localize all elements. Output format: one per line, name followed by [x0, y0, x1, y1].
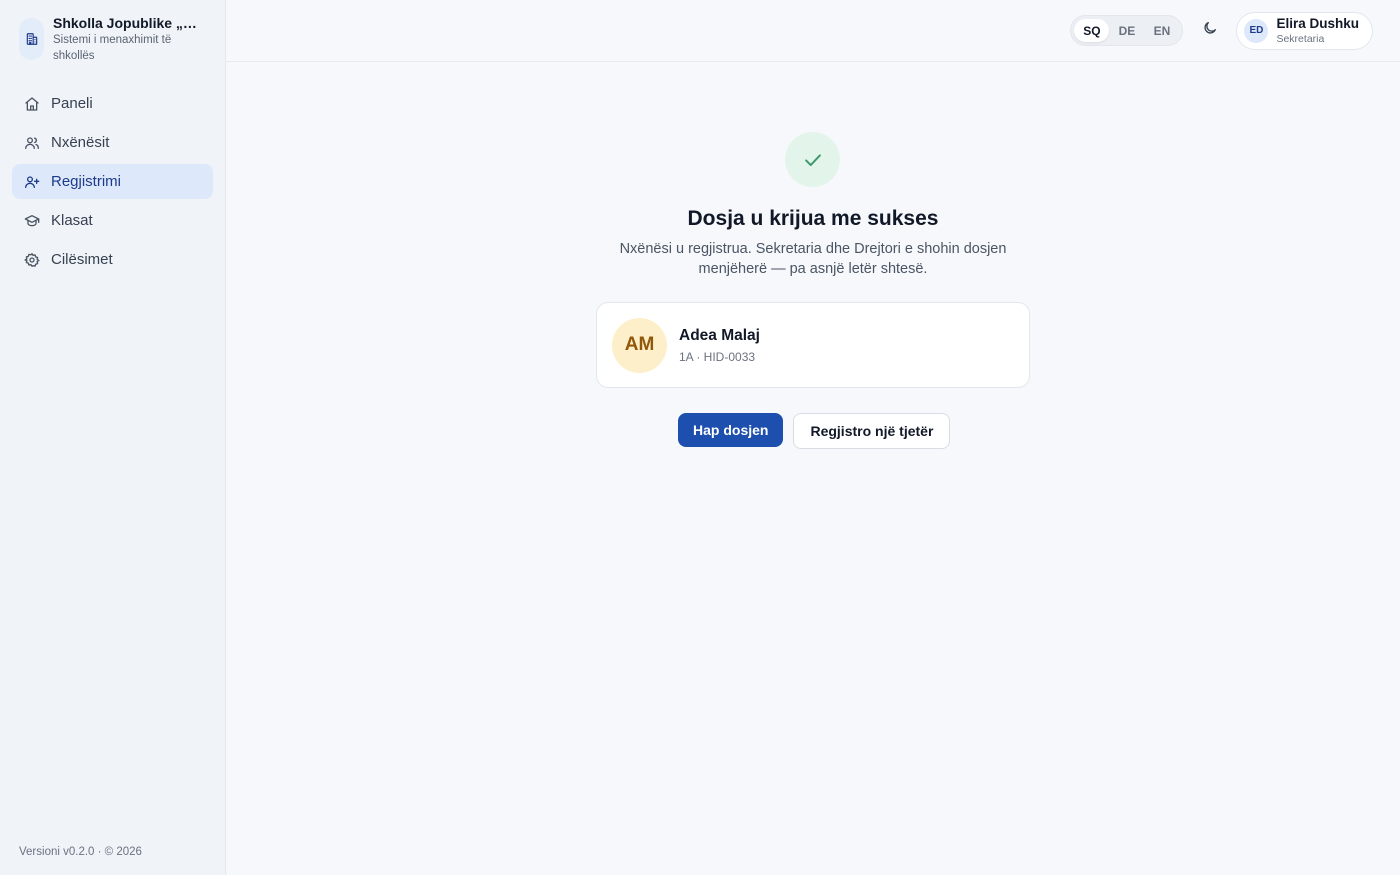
- sidebar-nav: Paneli Nxënësit Regjistrimi Klasat Cilës…: [0, 86, 225, 277]
- sidebar-item-paneli[interactable]: Paneli: [12, 86, 213, 121]
- building-icon: [19, 18, 44, 60]
- sidebar: Shkolla Jopublike „Hasan Prishtina“ Sist…: [0, 0, 226, 875]
- app-root: Shkolla Jopublike „Hasan Prishtina“ Sist…: [0, 0, 1400, 875]
- user-name: Elira Dushku: [1276, 16, 1359, 31]
- success-description: Nxënësi u regjistrua. Sekretaria dhe Dre…: [619, 241, 1007, 277]
- language-de-button[interactable]: DE: [1109, 19, 1144, 42]
- gear-icon: [24, 252, 40, 268]
- sidebar-item-nxenesit[interactable]: Nxënësit: [12, 125, 213, 160]
- sidebar-item-label: Klasat: [51, 212, 93, 229]
- sidebar-item-regjistrimi[interactable]: Regjistrimi: [12, 164, 213, 199]
- success-check-icon: [785, 132, 840, 187]
- user-role: Sekretaria: [1276, 32, 1325, 45]
- home-icon: [24, 96, 40, 112]
- register-another-button[interactable]: Regjistro një tjetër: [793, 413, 951, 449]
- sidebar-item-label: Paneli: [51, 95, 93, 112]
- brand: Shkolla Jopublike „Hasan Prishtina“ Sist…: [0, 0, 225, 64]
- sidebar-item-label: Cilësimet: [51, 251, 113, 268]
- student-card: AM Adea Malaj 1A · HID-0033: [596, 302, 1030, 388]
- student-name: Adea Malaj: [679, 326, 760, 344]
- user-menu-button[interactable]: ED Elira Dushku Sekretaria: [1236, 11, 1373, 50]
- main-area: SQ DE EN ED Elira Dushku Sekretaria Dosj…: [226, 0, 1400, 875]
- sidebar-item-label: Regjistrimi: [51, 173, 122, 190]
- success-title: Dosja u krijua me sukses: [687, 207, 939, 230]
- sidebar-item-cilesimet[interactable]: Cilësimet: [12, 242, 213, 277]
- sidebar-item-klasat[interactable]: Klasat: [12, 203, 213, 238]
- user-avatar: ED: [1244, 18, 1269, 43]
- theme-toggle-button[interactable]: [1195, 16, 1225, 46]
- language-sq-button[interactable]: SQ: [1074, 19, 1110, 42]
- student-avatar: AM: [612, 317, 667, 373]
- open-file-button[interactable]: Hap dosjen: [678, 413, 784, 447]
- brand-title: Shkolla Jopublike „Hasan Prishtina“: [53, 15, 201, 31]
- moon-icon: [1202, 20, 1218, 41]
- graduation-cap-icon: [24, 213, 40, 229]
- brand-subtitle: Sistemi i menaxhimit të shkollës: [53, 34, 172, 62]
- student-meta: 1A · HID-0033: [679, 349, 756, 364]
- success-actions: Hap dosjen Regjistro një tjetër: [678, 413, 951, 449]
- version-text: Versioni v0.2.0 · © 2026: [19, 846, 142, 858]
- sidebar-item-label: Nxënësit: [51, 134, 110, 151]
- topbar: SQ DE EN ED Elira Dushku Sekretaria: [226, 0, 1400, 62]
- language-switcher: SQ DE EN: [1070, 15, 1184, 46]
- language-en-button[interactable]: EN: [1144, 19, 1179, 42]
- user-plus-icon: [24, 174, 40, 190]
- users-icon: [24, 135, 40, 151]
